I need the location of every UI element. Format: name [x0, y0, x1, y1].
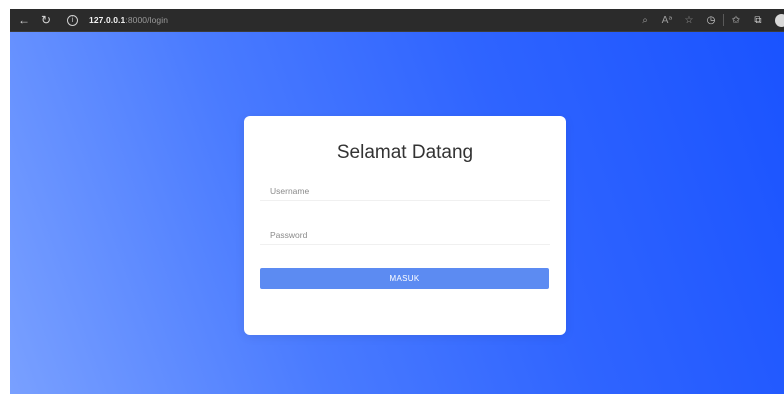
login-button[interactable]: MASUK — [260, 268, 549, 289]
collections-icon[interactable]: ⧉ — [747, 9, 769, 31]
site-info-icon[interactable]: i — [67, 14, 78, 26]
page-background: Selamat Datang MASUK — [10, 32, 784, 394]
browser-essentials-icon[interactable]: ◷ — [700, 9, 722, 31]
address-bar[interactable]: i 127.0.0.1:8000/login — [67, 9, 168, 31]
back-icon[interactable]: ← — [13, 9, 35, 31]
read-aloud-icon[interactable]: Aᵃ — [656, 9, 678, 31]
password-input[interactable] — [260, 225, 550, 245]
favorites-icon[interactable]: ✩ — [725, 9, 747, 31]
toolbar-divider — [723, 14, 724, 26]
profile-avatar[interactable] — [775, 13, 784, 27]
url-host: 127.0.0.1 — [89, 15, 126, 25]
url-text[interactable]: 127.0.0.1:8000/login — [89, 15, 168, 25]
favorite-star-icon[interactable]: ☆ — [678, 9, 700, 31]
browser-toolbar: ← ↻ i 127.0.0.1:8000/login ⌕ Aᵃ ☆ ◷ ✩ ⧉ — [10, 9, 784, 32]
search-icon[interactable]: ⌕ — [634, 9, 656, 31]
url-path: :8000/login — [125, 15, 169, 25]
reload-icon[interactable]: ↻ — [35, 9, 57, 31]
browser-tools: ⌕ Aᵃ ☆ ◷ ✩ ⧉ — [634, 9, 784, 31]
page-title: Selamat Datang — [336, 142, 474, 163]
login-card: Selamat Datang MASUK — [244, 116, 566, 335]
username-input[interactable] — [260, 181, 550, 201]
browser-window: ← ↻ i 127.0.0.1:8000/login ⌕ Aᵃ ☆ ◷ ✩ ⧉ … — [10, 9, 784, 394]
